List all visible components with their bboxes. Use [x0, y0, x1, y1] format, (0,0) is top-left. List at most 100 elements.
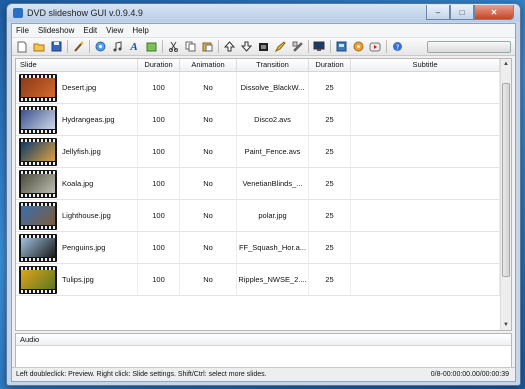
save-icon[interactable]	[49, 40, 63, 54]
menu-slideshow[interactable]: Slideshow	[38, 26, 74, 35]
maximize-button[interactable]: □	[450, 5, 474, 20]
status-hint: Left doubleclick: Preview. Right click: …	[16, 371, 267, 378]
toolbar-separator	[330, 40, 331, 53]
new-icon[interactable]	[15, 40, 29, 54]
settings-icon[interactable]	[290, 40, 304, 54]
subtitle-cell	[351, 168, 500, 199]
window-controls: – □ ✕	[426, 5, 514, 20]
slide-row[interactable]: Koala.jpg 100 No VenetianBlinds_... 25	[16, 168, 501, 200]
scroll-up-icon[interactable]: ▲	[501, 59, 511, 69]
column-header-subtitle[interactable]: Subtitle	[351, 59, 500, 71]
slide-name: Jellyfish.jpg	[62, 147, 101, 156]
thumbnail-image	[21, 238, 55, 257]
transition-duration-cell: 25	[309, 264, 351, 295]
zoom-slider[interactable]	[427, 41, 511, 53]
menu-help[interactable]: Help	[132, 26, 148, 35]
animation-cell: No	[180, 136, 237, 167]
cut-icon[interactable]	[166, 40, 180, 54]
toolbar: A ?	[12, 38, 515, 56]
menu-view[interactable]: View	[106, 26, 123, 35]
burn-icon[interactable]	[351, 40, 365, 54]
thumbnail-image	[21, 142, 55, 161]
menu-edit[interactable]: Edit	[83, 26, 97, 35]
column-header-duration[interactable]: Duration	[138, 59, 180, 71]
effects-icon[interactable]	[71, 40, 85, 54]
column-header-transition-duration[interactable]: Duration	[309, 59, 351, 71]
transition-duration-cell: 25	[309, 200, 351, 231]
slide-row[interactable]: Desert.jpg 100 No Dissolve_BlackW... 25	[16, 72, 501, 104]
slide-row[interactable]: Hydrangeas.jpg 100 No Disco2.avs 25	[16, 104, 501, 136]
slide-row[interactable]: Jellyfish.jpg 100 No Paint_Fence.avs 25	[16, 136, 501, 168]
add-images-icon[interactable]	[93, 40, 107, 54]
duration-cell: 100	[138, 200, 180, 231]
film-icon[interactable]	[256, 40, 270, 54]
slide-cell: Penguins.jpg	[16, 232, 138, 263]
thumbnail-image	[21, 270, 55, 289]
slide-thumbnail	[19, 73, 57, 102]
slide-list-scrollbar[interactable]: ▲ ▼	[500, 59, 511, 330]
column-header-slide[interactable]: Slide	[16, 59, 138, 71]
paste-icon[interactable]	[200, 40, 214, 54]
title-bar[interactable]: DVD slideshow GUI v.0.9.4.9 – □ ✕	[7, 4, 520, 22]
toolbar-separator	[308, 40, 309, 53]
subtitle-cell	[351, 72, 500, 103]
column-header-animation[interactable]: Animation	[180, 59, 237, 71]
slide-thumbnail	[19, 233, 57, 262]
menu-file[interactable]: File	[16, 26, 29, 35]
transition-duration-cell: 25	[309, 104, 351, 135]
toolbar-separator	[67, 40, 68, 53]
animation-cell: No	[180, 264, 237, 295]
help-icon[interactable]: ?	[390, 40, 404, 54]
animation-cell: No	[180, 232, 237, 263]
open-icon[interactable]	[32, 40, 46, 54]
slide-name: Tulips.jpg	[62, 275, 94, 284]
close-button[interactable]: ✕	[474, 5, 514, 20]
transition-cell: Ripples_NWSE_2....	[237, 264, 309, 295]
column-header-transition[interactable]: Transition	[237, 59, 309, 71]
slide-row[interactable]: Lighthouse.jpg 100 No polar.jpg 25	[16, 200, 501, 232]
transition-cell: polar.jpg	[237, 200, 309, 231]
move-up-icon[interactable]	[222, 40, 236, 54]
transition-duration-cell: 25	[309, 232, 351, 263]
scrollbar-thumb[interactable]	[502, 83, 510, 277]
rename-icon[interactable]	[273, 40, 287, 54]
duration-cell: 100	[138, 136, 180, 167]
minimize-button[interactable]: –	[426, 5, 450, 20]
subtitle-cell	[351, 232, 500, 263]
slide-list-header: Slide Duration Animation Transition Dura…	[16, 59, 501, 72]
slide-rows: Desert.jpg 100 No Dissolve_BlackW... 25 …	[16, 72, 501, 296]
transition-cell: Dissolve_BlackW...	[237, 72, 309, 103]
window-title: DVD slideshow GUI v.0.9.4.9	[27, 8, 143, 18]
thumbnail-image	[21, 174, 55, 193]
slide-thumbnail	[19, 201, 57, 230]
transition-duration-cell: 25	[309, 72, 351, 103]
slide-list: Slide Duration Animation Transition Dura…	[15, 58, 512, 331]
thumbnail-image	[21, 78, 55, 97]
slide-thumbnail	[19, 137, 57, 166]
youtube-icon[interactable]	[368, 40, 382, 54]
animation-cell: No	[180, 200, 237, 231]
add-text-icon[interactable]: A	[127, 40, 141, 54]
add-music-icon[interactable]	[110, 40, 124, 54]
subtitle-cell	[351, 200, 500, 231]
slide-row[interactable]: Tulips.jpg 100 No Ripples_NWSE_2.... 25	[16, 264, 501, 296]
client-area: File Slideshow Edit View Help A ? Slide …	[11, 23, 516, 382]
animation-cell: No	[180, 104, 237, 135]
toolbar-separator	[386, 40, 387, 53]
slide-row[interactable]: Penguins.jpg 100 No FF_Squash_Hor.a... 2…	[16, 232, 501, 264]
slide-thumbnail	[19, 105, 57, 134]
slide-name: Hydrangeas.jpg	[62, 115, 115, 124]
scroll-down-icon[interactable]: ▼	[501, 320, 511, 330]
slide-cell: Hydrangeas.jpg	[16, 104, 138, 135]
transition-cell: Disco2.avs	[237, 104, 309, 135]
preview-icon[interactable]	[312, 40, 326, 54]
move-down-icon[interactable]	[239, 40, 253, 54]
duration-cell: 100	[138, 104, 180, 135]
transition-duration-cell: 25	[309, 168, 351, 199]
subtitle-cell	[351, 104, 500, 135]
export-icon[interactable]	[334, 40, 348, 54]
animation-cell: No	[180, 168, 237, 199]
subtitle-cell	[351, 136, 500, 167]
copy-icon[interactable]	[183, 40, 197, 54]
add-fade-icon[interactable]	[144, 40, 158, 54]
